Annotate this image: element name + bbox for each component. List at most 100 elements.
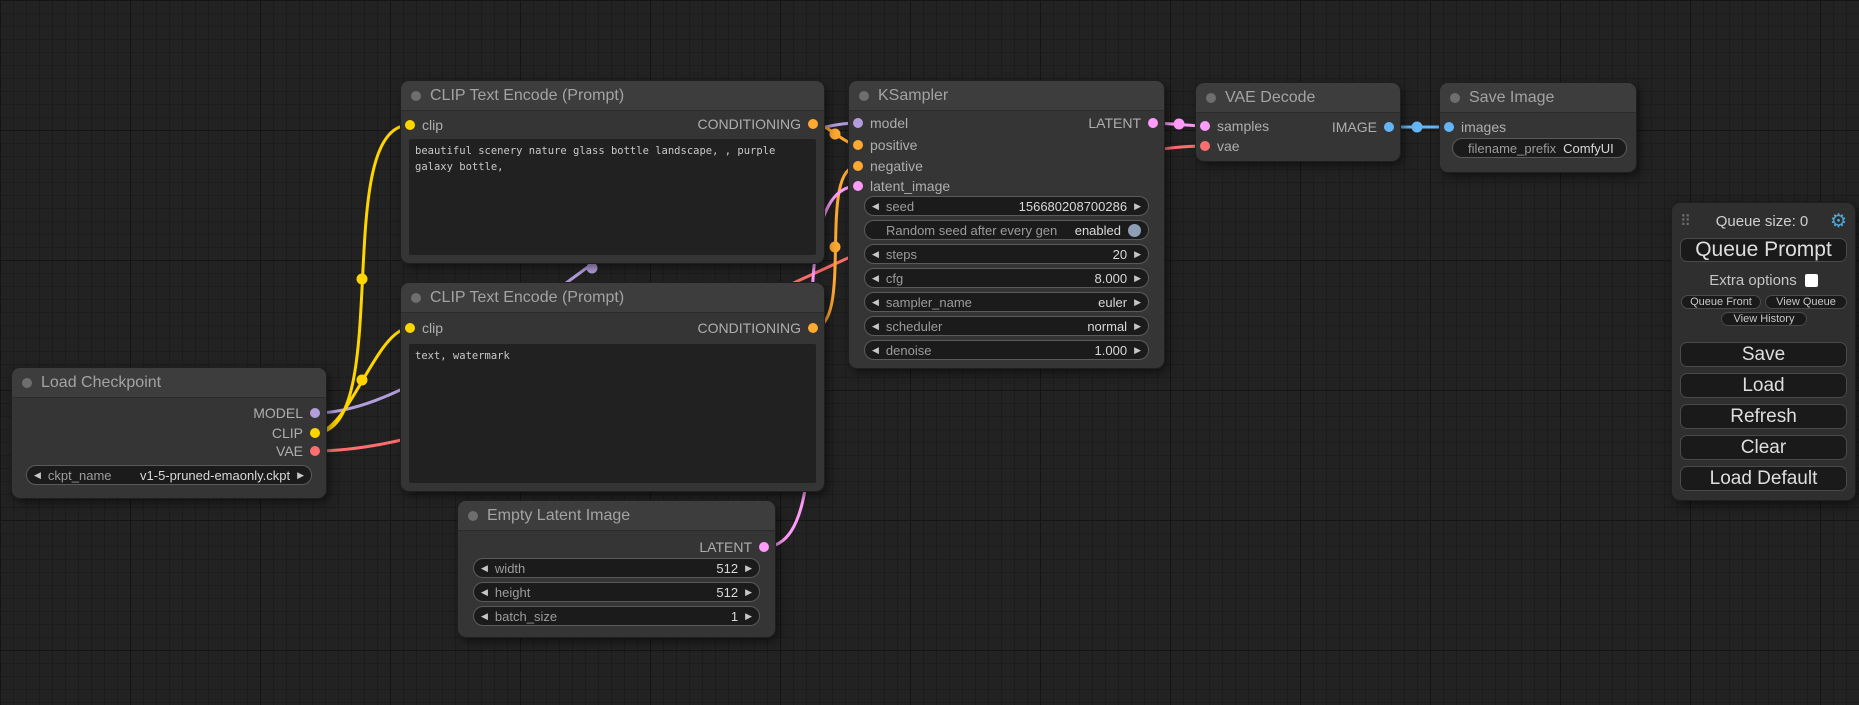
output-slot-conditioning: CONDITIONING bbox=[698, 320, 818, 336]
node-title-bar[interactable]: CLIP Text Encode (Prompt) bbox=[401, 283, 824, 313]
widget-filename-prefix[interactable]: filename_prefix ComfyUI bbox=[1452, 138, 1627, 158]
load-button[interactable]: Load bbox=[1680, 373, 1847, 398]
node-save-image[interactable]: Save Image images filename_prefix ComfyU… bbox=[1440, 83, 1636, 172]
vae-port-dot[interactable] bbox=[310, 446, 320, 456]
node-title-bar[interactable]: Save Image bbox=[1440, 83, 1636, 113]
toggle-on-dot[interactable] bbox=[1128, 224, 1141, 237]
conditioning-port-dot[interactable] bbox=[853, 161, 863, 171]
extra-options-label: Extra options bbox=[1709, 272, 1797, 289]
model-port-dot[interactable] bbox=[310, 408, 320, 418]
widget-sampler-name[interactable]: ◀ sampler_name euler ▶ bbox=[864, 292, 1149, 312]
clip-port-dot[interactable] bbox=[405, 323, 415, 333]
increment-arrow-icon[interactable]: ▶ bbox=[297, 466, 304, 484]
widget-cfg[interactable]: ◀ cfg 8.000 ▶ bbox=[864, 268, 1149, 288]
decrement-arrow-icon[interactable]: ◀ bbox=[481, 583, 488, 601]
prompt-textarea[interactable]: beautiful scenery nature glass bottle la… bbox=[409, 139, 816, 255]
increment-arrow-icon[interactable]: ▶ bbox=[1134, 317, 1141, 335]
node-title-bar[interactable]: Empty Latent Image bbox=[458, 501, 775, 531]
widget-scheduler[interactable]: ◀ scheduler normal ▶ bbox=[864, 316, 1149, 336]
decrement-arrow-icon[interactable]: ◀ bbox=[34, 466, 41, 484]
node-ksampler[interactable]: KSampler model positive negative latent_… bbox=[849, 81, 1164, 368]
queue-panel: ⠿ Queue size: 0 ⚙ Queue Prompt Extra opt… bbox=[1672, 203, 1855, 500]
output-slot-image: IMAGE bbox=[1332, 119, 1394, 135]
increment-arrow-icon[interactable]: ▶ bbox=[1134, 293, 1141, 311]
decrement-arrow-icon[interactable]: ◀ bbox=[872, 197, 879, 215]
image-port-dot[interactable] bbox=[1444, 122, 1454, 132]
node-title: VAE Decode bbox=[1225, 89, 1315, 107]
gear-icon[interactable]: ⚙ bbox=[1830, 212, 1847, 231]
vae-port-dot[interactable] bbox=[1200, 141, 1210, 151]
link-dot-cond-positive bbox=[830, 129, 841, 140]
conditioning-port-dot[interactable] bbox=[853, 140, 863, 150]
node-status-dot bbox=[1450, 93, 1460, 103]
node-vae-decode[interactable]: VAE Decode samples vae IMAGE bbox=[1196, 83, 1400, 161]
node-status-dot bbox=[859, 91, 869, 101]
increment-arrow-icon[interactable]: ▶ bbox=[1134, 197, 1141, 215]
node-status-dot bbox=[22, 378, 32, 388]
input-slot-vae: vae bbox=[1200, 138, 1240, 154]
conditioning-port-dot[interactable] bbox=[808, 119, 818, 129]
widget-ckpt-name[interactable]: ◀ ckpt_name v1-5-pruned-emaonly.ckpt ▶ bbox=[26, 465, 312, 485]
increment-arrow-icon[interactable]: ▶ bbox=[1134, 341, 1141, 359]
view-queue-button[interactable]: View Queue bbox=[1765, 295, 1847, 309]
widget-seed[interactable]: ◀ seed 156680208700286 ▶ bbox=[864, 196, 1149, 216]
clip-port-dot[interactable] bbox=[310, 428, 320, 438]
model-port-dot[interactable] bbox=[853, 118, 863, 128]
node-title-bar[interactable]: VAE Decode bbox=[1196, 83, 1400, 113]
latent-port-dot[interactable] bbox=[853, 181, 863, 191]
widget-height[interactable]: ◀ height 512 ▶ bbox=[473, 582, 760, 602]
decrement-arrow-icon[interactable]: ◀ bbox=[872, 245, 879, 263]
prompt-textarea[interactable]: text, watermark bbox=[409, 344, 816, 483]
extra-options-row: Extra options bbox=[1672, 272, 1855, 288]
node-status-dot bbox=[1206, 93, 1216, 103]
output-slot-model: MODEL bbox=[253, 405, 320, 421]
decrement-arrow-icon[interactable]: ◀ bbox=[872, 293, 879, 311]
conditioning-port-dot[interactable] bbox=[808, 323, 818, 333]
queue-prompt-button[interactable]: Queue Prompt bbox=[1680, 238, 1847, 262]
decrement-arrow-icon[interactable]: ◀ bbox=[481, 607, 488, 625]
image-port-dot[interactable] bbox=[1384, 122, 1394, 132]
node-title-bar[interactable]: Load Checkpoint bbox=[12, 368, 326, 398]
increment-arrow-icon[interactable]: ▶ bbox=[1134, 245, 1141, 263]
increment-arrow-icon[interactable]: ▶ bbox=[745, 607, 752, 625]
node-title-bar[interactable]: KSampler bbox=[849, 81, 1164, 111]
view-history-button[interactable]: View History bbox=[1721, 312, 1807, 326]
node-status-dot bbox=[468, 511, 478, 521]
clip-port-dot[interactable] bbox=[405, 120, 415, 130]
input-slot-images: images bbox=[1444, 119, 1506, 135]
widget-batch-size[interactable]: ◀ batch_size 1 ▶ bbox=[473, 606, 760, 626]
widget-denoise[interactable]: ◀ denoise 1.000 ▶ bbox=[864, 340, 1149, 360]
node-clip-text-encode-positive[interactable]: CLIP Text Encode (Prompt) clip CONDITION… bbox=[401, 81, 824, 263]
node-load-checkpoint[interactable]: Load Checkpoint MODEL CLIP VAE ◀ ckpt_na… bbox=[12, 368, 326, 498]
save-button[interactable]: Save bbox=[1680, 342, 1847, 367]
extra-options-checkbox[interactable] bbox=[1805, 274, 1818, 287]
widget-random-seed-toggle[interactable]: Random seed after every gen enabled bbox=[864, 220, 1149, 240]
decrement-arrow-icon[interactable]: ◀ bbox=[872, 269, 879, 287]
increment-arrow-icon[interactable]: ▶ bbox=[1134, 269, 1141, 287]
node-empty-latent-image[interactable]: Empty Latent Image LATENT ◀ width 512 ▶ … bbox=[458, 501, 775, 637]
increment-arrow-icon[interactable]: ▶ bbox=[745, 559, 752, 577]
input-slot-samples: samples bbox=[1200, 118, 1269, 134]
decrement-arrow-icon[interactable]: ◀ bbox=[872, 341, 879, 359]
input-slot-clip: clip bbox=[405, 117, 443, 133]
decrement-arrow-icon[interactable]: ◀ bbox=[481, 559, 488, 577]
queue-front-button[interactable]: Queue Front bbox=[1681, 295, 1761, 309]
output-slot-latent: LATENT bbox=[1088, 115, 1158, 131]
decrement-arrow-icon[interactable]: ◀ bbox=[872, 317, 879, 335]
input-slot-model: model bbox=[853, 115, 908, 131]
node-status-dot bbox=[411, 91, 421, 101]
latent-port-dot[interactable] bbox=[759, 542, 769, 552]
refresh-button[interactable]: Refresh bbox=[1680, 404, 1847, 429]
increment-arrow-icon[interactable]: ▶ bbox=[745, 583, 752, 601]
widget-width[interactable]: ◀ width 512 ▶ bbox=[473, 558, 760, 578]
latent-port-dot[interactable] bbox=[1148, 118, 1158, 128]
queue-size-label: Queue size: 0 bbox=[1694, 213, 1830, 230]
widget-steps[interactable]: ◀ steps 20 ▶ bbox=[864, 244, 1149, 264]
drag-handle-icon[interactable]: ⠿ bbox=[1680, 212, 1694, 230]
load-default-button[interactable]: Load Default bbox=[1680, 466, 1847, 491]
clear-button[interactable]: Clear bbox=[1680, 435, 1847, 460]
node-title-bar[interactable]: CLIP Text Encode (Prompt) bbox=[401, 81, 824, 111]
node-title: Load Checkpoint bbox=[41, 374, 161, 392]
latent-port-dot[interactable] bbox=[1200, 121, 1210, 131]
node-clip-text-encode-negative[interactable]: CLIP Text Encode (Prompt) clip CONDITION… bbox=[401, 283, 824, 491]
